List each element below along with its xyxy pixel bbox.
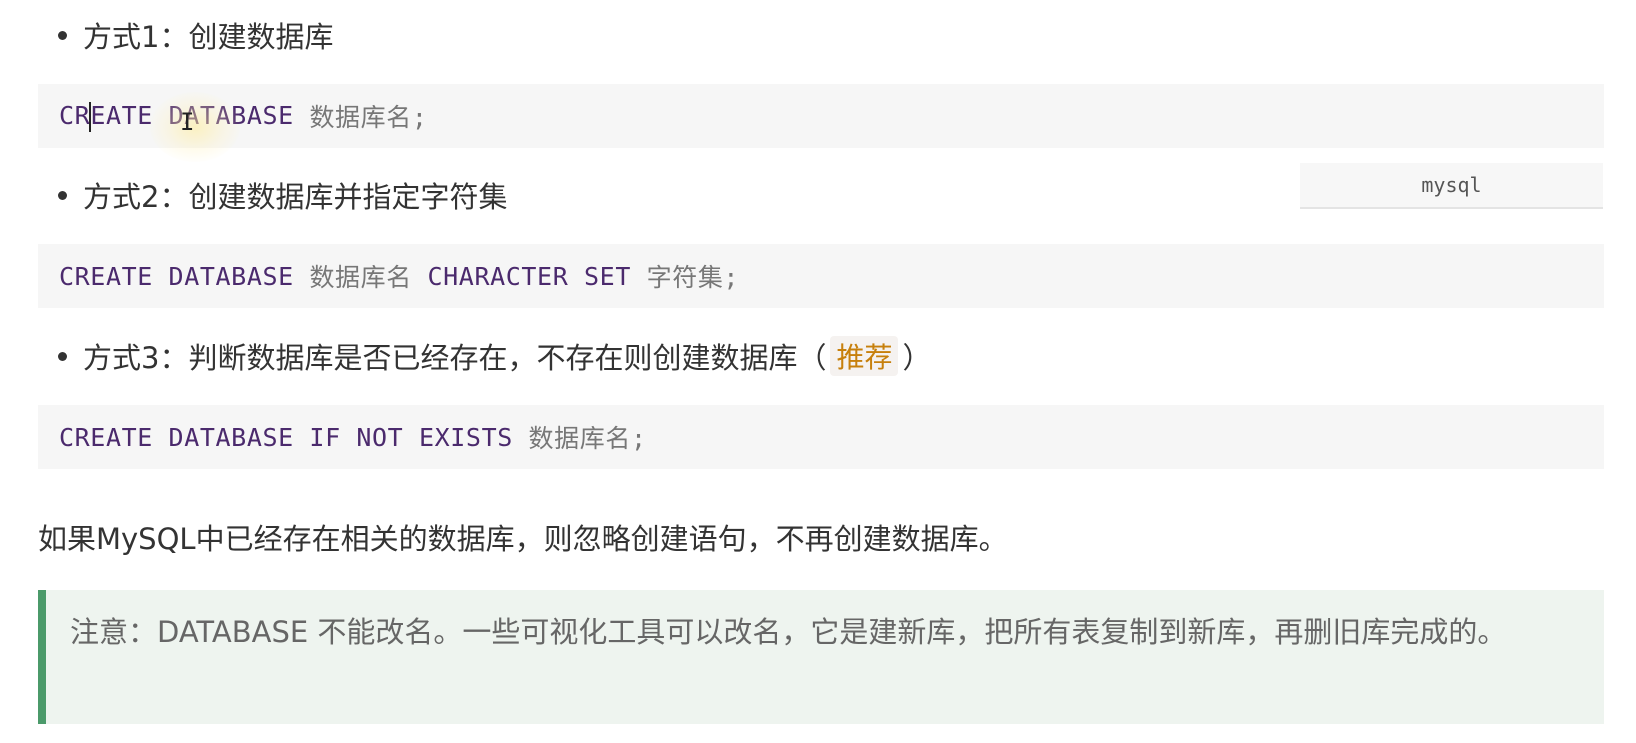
method-1-label: 方式1：创建数据库 bbox=[83, 20, 334, 54]
note-text: 注意：DATABASE 不能改名。一些可视化工具可以改名，它是建新库，把所有表复… bbox=[70, 615, 1507, 649]
code-plain: 数据库名; bbox=[309, 103, 428, 132]
code-keyword: CREATE DATABASE bbox=[59, 261, 294, 291]
code-plain bbox=[513, 423, 529, 452]
list-item-method-2: 方式2：创建数据库并指定字符集 bbox=[58, 173, 507, 217]
code-plain bbox=[294, 102, 310, 131]
list-item-method-3: 方式3：判断数据库是否已经存在，不存在则创建数据库（ 推荐） bbox=[58, 334, 931, 378]
method-3-label-suffix: ） bbox=[902, 341, 932, 375]
code-plain: 数据库名; bbox=[528, 424, 647, 453]
code-plain: 字符集; bbox=[646, 263, 740, 292]
bullet-icon bbox=[58, 351, 67, 361]
note-callout: 注意：DATABASE 不能改名。一些可视化工具可以改名，它是建新库，把所有表复… bbox=[38, 590, 1604, 724]
code-keyword: CHARACTER SET bbox=[427, 261, 631, 291]
code-block-3[interactable]: CREATE DATABASE IF NOT EXISTS 数据库名; bbox=[38, 405, 1604, 469]
code-plain bbox=[631, 262, 647, 291]
code-plain bbox=[412, 262, 428, 291]
text-cursor-icon: I bbox=[180, 108, 195, 136]
code-plain: 数据库名 bbox=[309, 263, 412, 292]
code-keyword-part: CR bbox=[59, 100, 91, 130]
code-plain bbox=[294, 262, 310, 291]
bullet-icon bbox=[58, 190, 67, 200]
code-keyword: CREATE DATABASE IF NOT EXISTS bbox=[59, 422, 513, 452]
code-language-label[interactable]: mysql bbox=[1300, 163, 1603, 209]
code-block-1[interactable]: CREATE DATABASE 数据库名; bbox=[38, 84, 1604, 148]
cursor-highlight bbox=[150, 92, 240, 162]
explanation-paragraph: 如果MySQL中已经存在相关的数据库，则忽略创建语句，不再创建数据库。 bbox=[38, 522, 1008, 556]
method-2-label: 方式2：创建数据库并指定字符集 bbox=[83, 180, 508, 214]
list-item-method-1: 方式1：创建数据库 bbox=[58, 13, 333, 57]
recommend-tag: 推荐 bbox=[830, 336, 899, 376]
code-block-2[interactable]: CREATE DATABASE 数据库名 CHARACTER SET 字符集; bbox=[38, 244, 1604, 308]
method-3-label-prefix: 方式3：判断数据库是否已经存在，不存在则创建数据库（ bbox=[83, 341, 827, 375]
bullet-icon bbox=[58, 30, 67, 40]
